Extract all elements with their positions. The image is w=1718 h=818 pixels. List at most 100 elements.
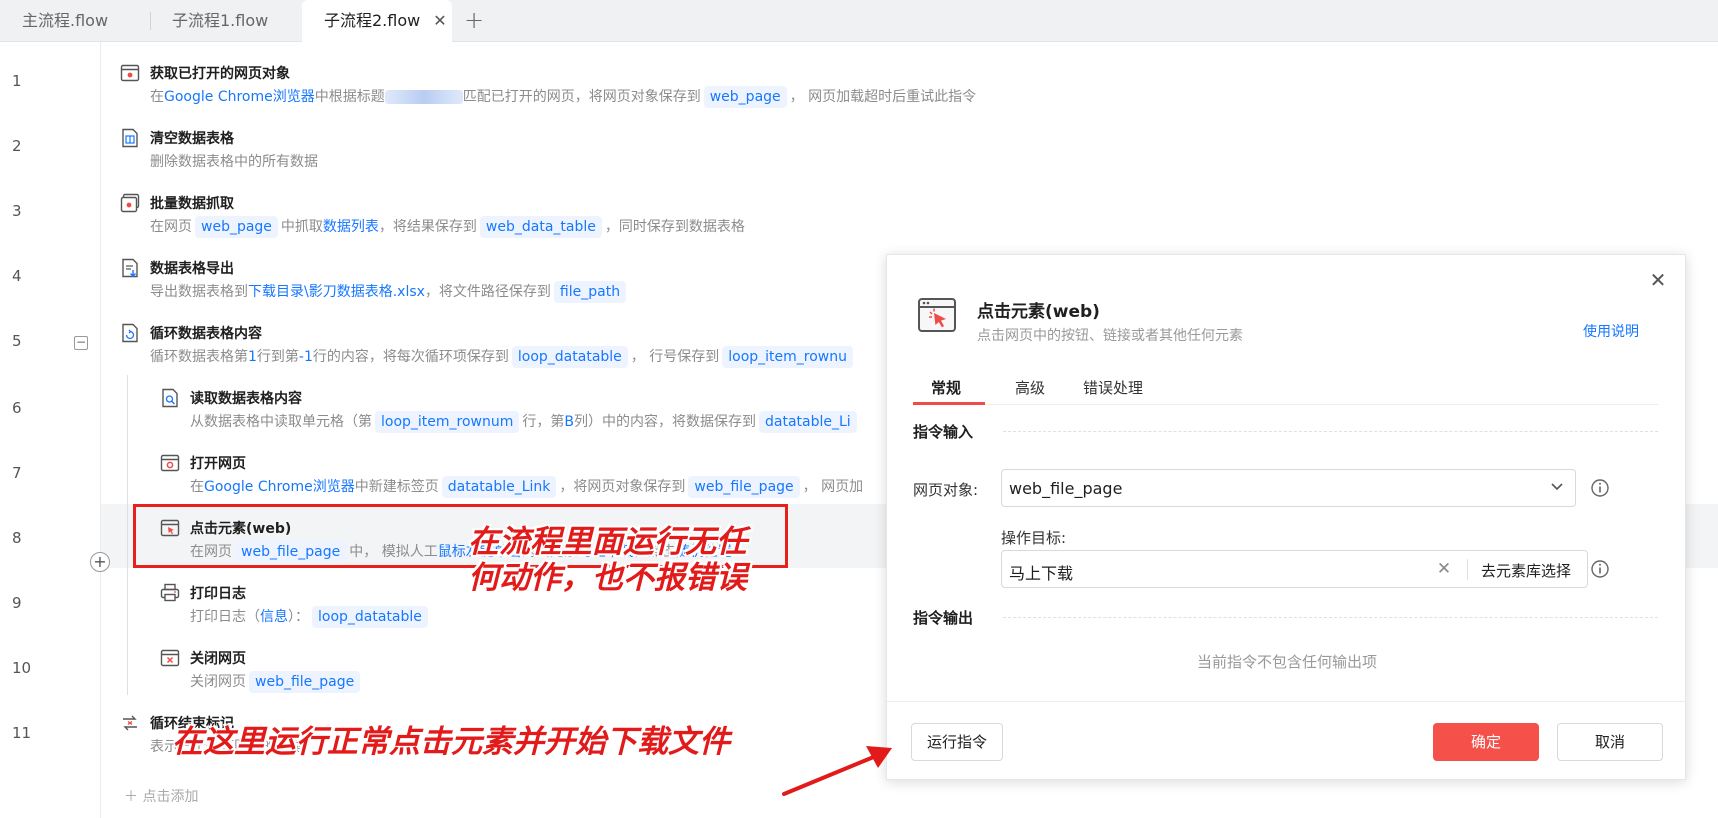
variable-chip[interactable]: loop_datatable bbox=[511, 346, 628, 368]
variable-chip[interactable]: web_file_page bbox=[688, 476, 800, 498]
chevron-down-icon bbox=[1551, 483, 1563, 491]
info-icon[interactable] bbox=[1590, 478, 1610, 498]
gutter-divider bbox=[100, 42, 101, 818]
variable-chip[interactable]: web_file_page bbox=[249, 671, 361, 693]
export-path-link[interactable]: 下载目录\影刀数据表格.xlsx bbox=[248, 284, 425, 300]
tab-advanced[interactable]: 高级 bbox=[1015, 377, 1045, 398]
tab-subflow-1[interactable]: 子流程1.flow bbox=[150, 0, 300, 42]
add-tab-icon[interactable]: + bbox=[462, 0, 486, 42]
step-description: 在Google Chrome浏览器中根据标题 匹配已打开的网页，将网页对象保存到 w… bbox=[150, 86, 976, 108]
data-list-link[interactable]: 数据列表 bbox=[323, 219, 379, 235]
column-link[interactable]: B bbox=[564, 414, 574, 430]
annotation-run-here: 在这里运行正常点击元素并开始下载文件 bbox=[172, 724, 730, 760]
insert-step-icon[interactable]: + bbox=[90, 552, 110, 572]
loop-table-icon bbox=[122, 323, 138, 343]
run-command-button[interactable]: 运行指令 bbox=[911, 723, 1003, 761]
log-level-link[interactable]: 信息 bbox=[260, 609, 288, 625]
command-settings-panel: ✕ 点击元素(web) 点击网页中的按钮、链接或者其他任何元素 使用说明 常规 … bbox=[886, 254, 1687, 780]
variable-chip[interactable]: web_page bbox=[703, 86, 787, 108]
line-number: 1 bbox=[12, 72, 22, 90]
tab-close-icon[interactable]: ✕ bbox=[430, 0, 450, 42]
add-step-link[interactable]: ＋ 点击添加 bbox=[124, 786, 198, 806]
step-description: 导出数据表格到下载目录\影刀数据表格.xlsx，将文件路径保存到 file_pat… bbox=[150, 281, 629, 303]
confirm-button[interactable]: 确定 bbox=[1433, 723, 1539, 761]
tab-label: 子流程2.flow bbox=[324, 11, 421, 30]
step-description: 打印日志（信息）： loop_datatable bbox=[190, 606, 431, 628]
step-title: 数据表格导出 bbox=[150, 261, 234, 277]
loop-indent-line bbox=[127, 375, 128, 695]
read-table-icon bbox=[162, 388, 178, 408]
step-description: 删除数据表格中的所有数据 bbox=[150, 154, 318, 170]
variable-chip[interactable]: datatable_Li bbox=[759, 411, 857, 433]
plus-icon: + bbox=[93, 552, 107, 571]
tab-label: 主流程.flow bbox=[22, 11, 109, 30]
step-description: 在网页 web_page 中抓取数据列表，将结果保存到 web_data_table，… bbox=[150, 216, 745, 238]
output-section-title: 指令输出 bbox=[913, 609, 974, 627]
tab-general[interactable]: 常规 bbox=[931, 377, 961, 398]
browser-link[interactable]: Google Chrome浏览器 bbox=[164, 89, 315, 105]
panel-title: 点击元素(web) bbox=[977, 302, 1100, 322]
variable-chip[interactable]: web_data_table bbox=[479, 216, 602, 238]
pick-from-library-button[interactable]: 去元素库选择 bbox=[1481, 560, 1571, 581]
help-link[interactable]: 使用说明 bbox=[1583, 321, 1639, 341]
tab-subflow-2[interactable]: 子流程2.flow ✕ bbox=[302, 0, 452, 42]
cancel-button[interactable]: 取消 bbox=[1557, 723, 1663, 761]
variable-chip[interactable]: file_path bbox=[553, 281, 627, 303]
browser-link[interactable]: Google Chrome浏览器 bbox=[204, 479, 355, 495]
variable-chip[interactable]: loop_item_rownum bbox=[375, 411, 520, 433]
info-icon[interactable] bbox=[1590, 559, 1610, 579]
browser-window-icon bbox=[120, 64, 140, 82]
step-description: 循环数据表格第1行到第-1行的内容，将每次循环项保存到 loop_datatabl… bbox=[150, 346, 856, 368]
target-label: 操作目标: bbox=[1001, 529, 1067, 547]
step-title: 打印日志 bbox=[190, 586, 246, 602]
variable-chip[interactable]: loop_datatable bbox=[312, 606, 428, 628]
section-divider bbox=[1003, 617, 1658, 618]
start-row[interactable]: 1 bbox=[248, 349, 257, 365]
step-description: 从数据表格中读取单元格（第 loop_item_rownum 行，第B列）中的内容，… bbox=[190, 411, 860, 433]
variable-chip[interactable]: loop_item_rownu bbox=[722, 346, 853, 368]
open-page-icon bbox=[160, 454, 180, 472]
step-description: 在Google Chrome浏览器中新建标签页 datatable_Link ，将网… bbox=[190, 476, 863, 498]
close-icon[interactable]: ✕ bbox=[1647, 269, 1669, 291]
variable-chip[interactable]: web_page bbox=[195, 216, 278, 238]
target-value: 马上下载 bbox=[1009, 564, 1074, 583]
loop-end-icon bbox=[123, 715, 137, 731]
add-step-label: 点击添加 bbox=[142, 789, 199, 805]
step-title: 清空数据表格 bbox=[150, 131, 234, 147]
close-page-icon bbox=[160, 649, 180, 667]
export-document-icon bbox=[122, 258, 138, 278]
variable-chip[interactable]: datatable_Link bbox=[441, 476, 557, 498]
section-divider bbox=[1003, 431, 1658, 432]
app-window: 主流程.flow 子流程1.flow 子流程2.flow ✕ + 1 2 3 4… bbox=[0, 0, 1718, 818]
line-number: 2 bbox=[12, 137, 22, 155]
annotation-line: 何动作，也不报错误 bbox=[468, 560, 747, 596]
line-number: 4 bbox=[12, 267, 22, 285]
target-element-input[interactable]: 马上下载 ✕ 去元素库选择 bbox=[1001, 550, 1588, 588]
collapse-loop-button[interactable]: − bbox=[74, 336, 88, 350]
step-title: 批量数据抓取 bbox=[150, 196, 234, 212]
printer-icon bbox=[160, 583, 180, 602]
tab-error-handling[interactable]: 错误处理 bbox=[1083, 377, 1143, 398]
line-number: 10 bbox=[12, 659, 32, 677]
active-tab-indicator bbox=[913, 402, 985, 405]
redacted-title bbox=[384, 90, 463, 104]
step-title: 读取数据表格内容 bbox=[190, 391, 302, 407]
line-number: 7 bbox=[12, 464, 22, 482]
browser-scrape-icon bbox=[120, 193, 140, 213]
annotation-no-action: 在流程里面运行无任 何动作，也不报错误 bbox=[468, 524, 747, 596]
page-object-select[interactable]: web_file_page bbox=[1001, 469, 1576, 507]
tab-label: 子流程1.flow bbox=[172, 11, 269, 30]
step-title: 关闭网页 bbox=[190, 651, 246, 667]
panel-subtitle: 点击网页中的按钮、链接或者其他任何元素 bbox=[977, 328, 1243, 344]
divider bbox=[1467, 559, 1468, 580]
end-row[interactable]: -1 bbox=[299, 349, 313, 365]
step-title: 获取已打开的网页对象 bbox=[150, 66, 290, 82]
annotation-line: 在流程里面运行无任 bbox=[468, 524, 747, 560]
line-number: 6 bbox=[12, 399, 22, 417]
tab-bar: 主流程.flow 子流程1.flow 子流程2.flow ✕ + bbox=[0, 0, 1718, 42]
input-section-title: 指令输入 bbox=[913, 423, 974, 441]
no-output-message: 当前指令不包含任何输出项 bbox=[1196, 653, 1377, 671]
line-number: 11 bbox=[12, 724, 32, 742]
tab-main-flow[interactable]: 主流程.flow bbox=[0, 0, 150, 42]
clear-icon[interactable]: ✕ bbox=[1434, 559, 1454, 579]
